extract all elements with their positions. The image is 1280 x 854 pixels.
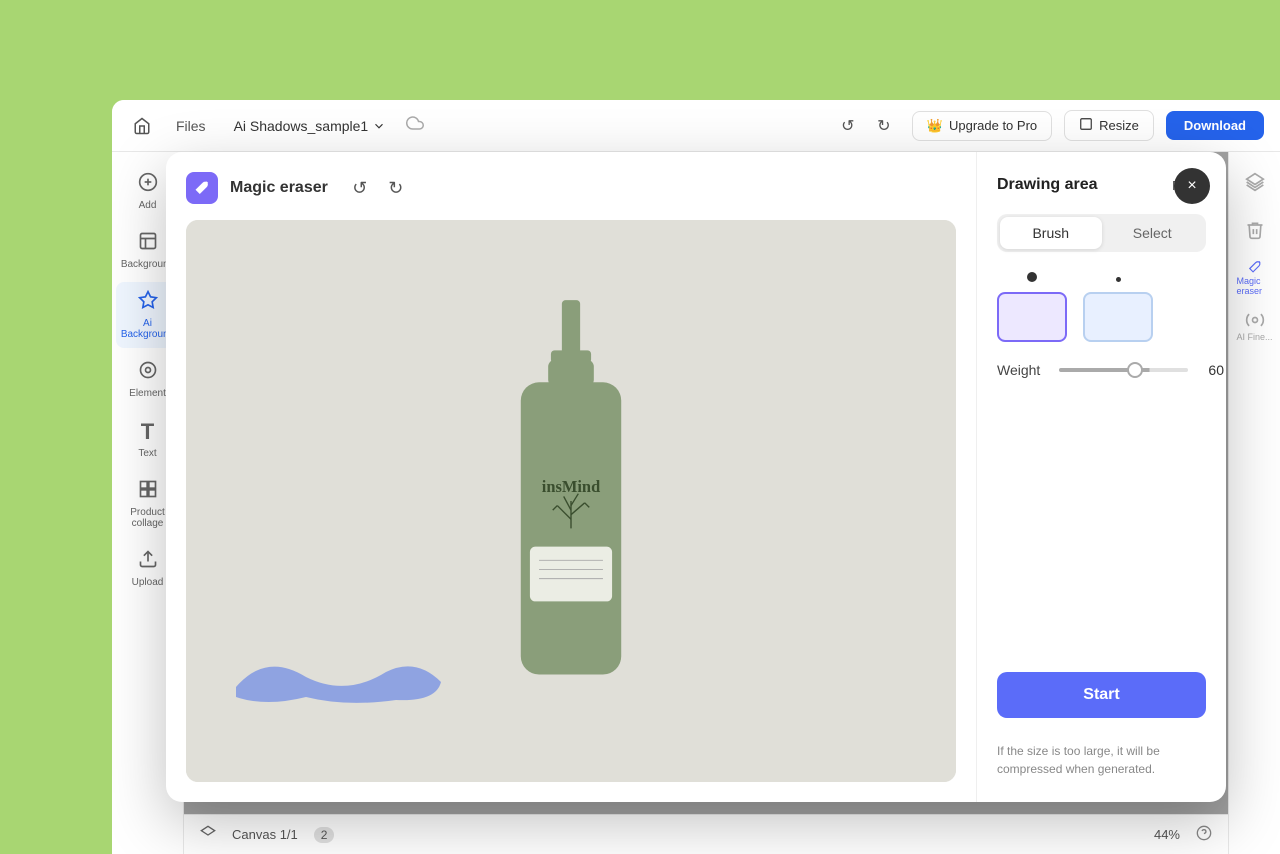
modal-undo-redo: ↺ ↻ bbox=[344, 172, 412, 204]
weight-value: 60 bbox=[1200, 362, 1224, 378]
brush-preview-small bbox=[1083, 292, 1153, 342]
panel-title: Drawing area bbox=[997, 176, 1097, 194]
modal-redo-button[interactable]: ↻ bbox=[380, 172, 412, 204]
modal-tool-label: Magic eraser bbox=[230, 179, 328, 197]
modal-right-panel: Drawing area Reset Brush Select bbox=[976, 152, 1226, 802]
modal-toolbar: Magic eraser ↺ ↻ bbox=[186, 172, 956, 204]
brush-options bbox=[997, 272, 1206, 342]
brush-dot-large bbox=[1027, 272, 1037, 282]
weight-label: Weight bbox=[997, 362, 1047, 378]
magic-eraser-modal: × Magic eraser ↺ ↻ bbox=[166, 152, 1226, 802]
modal-image-area[interactable]: insMind bbox=[186, 220, 956, 782]
magic-eraser-tool-icon bbox=[186, 172, 218, 204]
brush-stroke-overlay bbox=[226, 632, 446, 712]
tool-toggle-group: Brush Select bbox=[997, 214, 1206, 252]
modal-canvas-area: Magic eraser ↺ ↻ bbox=[166, 152, 976, 802]
bottle-container: insMind bbox=[186, 220, 956, 782]
modal-close-button[interactable]: × bbox=[1174, 168, 1210, 204]
brush-option-small[interactable] bbox=[1083, 277, 1153, 342]
svg-text:insMind: insMind bbox=[542, 477, 600, 496]
product-bottle-svg: insMind bbox=[461, 291, 681, 711]
start-button[interactable]: Start bbox=[997, 672, 1206, 718]
modal-undo-button[interactable]: ↺ bbox=[344, 172, 376, 204]
editor-window: Files Ai Shadows_sample1 ↺ ↻ 👑 Upgrade t… bbox=[112, 100, 1280, 854]
weight-row: Weight 60 bbox=[997, 362, 1206, 378]
brush-preview-large bbox=[997, 292, 1067, 342]
brush-dot-small bbox=[1116, 277, 1121, 282]
brush-toggle-button[interactable]: Brush bbox=[1000, 217, 1102, 249]
brush-option-large[interactable] bbox=[997, 272, 1067, 342]
select-toggle-button[interactable]: Select bbox=[1102, 217, 1204, 249]
panel-note: If the size is too large, it will be com… bbox=[997, 742, 1206, 778]
modal-overlay: × Magic eraser ↺ ↻ bbox=[112, 100, 1280, 854]
panel-spacer bbox=[997, 398, 1206, 652]
weight-slider[interactable] bbox=[1059, 368, 1188, 372]
close-icon: × bbox=[1187, 177, 1196, 195]
